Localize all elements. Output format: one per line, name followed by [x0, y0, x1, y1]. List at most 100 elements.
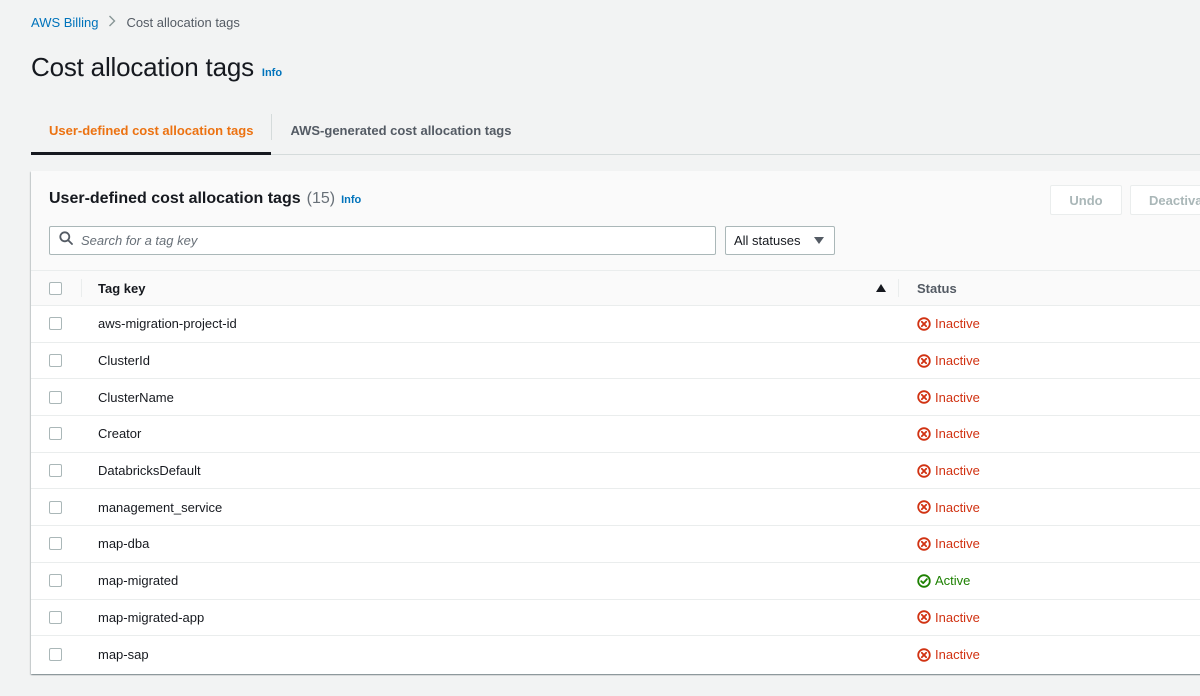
status-cell: Inactive [917, 426, 980, 441]
tag-key-cell: management_service [98, 499, 223, 515]
row-select-cell [31, 574, 81, 588]
table-row: map-sap Inactive [31, 636, 1200, 673]
undo-button[interactable]: Undo [1050, 185, 1122, 215]
select-all-cell [31, 281, 81, 295]
table-row: Creator Inactive [31, 416, 1200, 453]
panel-header: User-defined cost allocation tags (15) I… [31, 171, 1200, 270]
x-circle-icon [917, 647, 931, 662]
x-circle-icon [917, 353, 931, 368]
tag-key-cell: ClusterId [98, 353, 151, 369]
page-info-link[interactable]: Info [262, 67, 282, 79]
row-checkbox[interactable] [49, 317, 62, 331]
table-row: aws-migration-project-id Inactive [31, 306, 1200, 343]
breadcrumb-aws-billing[interactable]: AWS Billing [31, 15, 98, 30]
x-circle-icon [917, 610, 931, 625]
tag-key-cell: Creator [98, 426, 142, 442]
search-icon [59, 231, 73, 250]
page-header: Cost allocation tags Info [31, 52, 282, 83]
tag-count: (15) [306, 190, 336, 207]
tag-key-cell: map-migrated [98, 573, 179, 589]
tags-panel: User-defined cost allocation tags (15) I… [31, 171, 1200, 674]
caret-down-icon [814, 237, 824, 244]
table-row: management_service Inactive [31, 489, 1200, 527]
row-checkbox[interactable] [49, 464, 62, 478]
status-cell: Inactive [917, 647, 980, 662]
row-checkbox[interactable] [49, 427, 62, 441]
table-row: DatabricksDefault Inactive [31, 452, 1200, 490]
select-all-checkbox[interactable] [49, 281, 62, 295]
status-text: Inactive [935, 353, 980, 369]
row-checkbox[interactable] [49, 610, 62, 624]
search-input[interactable] [81, 233, 681, 248]
row-checkbox[interactable] [49, 500, 62, 514]
column-divider [898, 279, 899, 297]
deactivate-button[interactable]: Deactiva [1130, 185, 1200, 215]
status-text: Inactive [935, 426, 980, 442]
column-header-tag-key[interactable]: Tag key [98, 281, 145, 296]
status-filter-value: All statuses [734, 233, 801, 248]
sort-ascending-icon[interactable] [876, 284, 886, 292]
chevron-right-icon [108, 15, 116, 30]
status-cell: Active [917, 573, 970, 588]
x-circle-icon [917, 390, 931, 404]
tag-key-cell: DatabricksDefault [98, 463, 201, 479]
status-filter-select[interactable]: All statuses [725, 226, 835, 255]
table-body: aws-migration-project-id Inactive Cluste… [31, 306, 1200, 673]
row-select-cell [31, 354, 81, 368]
row-checkbox[interactable] [49, 390, 62, 404]
row-checkbox[interactable] [49, 648, 62, 662]
tab-list: User-defined cost allocation tags AWS-ge… [31, 106, 1200, 155]
column-divider [81, 279, 82, 297]
x-circle-icon [917, 500, 931, 514]
panel-title-row: User-defined cost allocation tags (15) I… [49, 190, 361, 208]
check-circle-icon [917, 573, 931, 588]
tag-key-cell: map-migrated-app [98, 609, 205, 625]
x-circle-icon [917, 463, 931, 478]
search-field[interactable] [49, 226, 716, 255]
row-checkbox[interactable] [49, 354, 62, 368]
table-row: ClusterName Inactive [31, 379, 1200, 417]
row-checkbox[interactable] [49, 537, 62, 551]
status-text: Inactive [935, 389, 980, 405]
panel-info-link[interactable]: Info [341, 194, 361, 206]
status-cell: Inactive [917, 353, 980, 368]
row-select-cell [31, 317, 81, 331]
panel-title: User-defined cost allocation tags [49, 190, 301, 207]
x-circle-icon [917, 427, 931, 441]
status-text: Inactive [935, 316, 980, 332]
breadcrumb: AWS Billing Cost allocation tags [31, 15, 240, 30]
row-select-cell [31, 537, 81, 551]
status-text: Inactive [935, 647, 980, 663]
row-select-cell [31, 464, 81, 478]
row-select-cell [31, 648, 81, 662]
table-row: map-migrated Active [31, 562, 1200, 600]
tag-key-cell: aws-migration-project-id [98, 316, 237, 332]
status-cell: Inactive [917, 536, 980, 551]
tag-key-cell: map-dba [98, 536, 150, 552]
row-select-cell [31, 427, 81, 441]
table-row: map-dba Inactive [31, 526, 1200, 563]
status-text: Active [935, 573, 971, 589]
page-title: Cost allocation tags [31, 52, 254, 82]
row-checkbox[interactable] [49, 574, 62, 588]
row-select-cell [31, 390, 81, 404]
tab-aws-generated[interactable]: AWS-generated cost allocation tags [272, 106, 529, 154]
row-select-cell [31, 500, 81, 514]
row-select-cell [31, 610, 81, 624]
x-circle-icon [917, 317, 931, 331]
tags-table: Tag key Status aws-migration-project-id … [31, 270, 1200, 673]
x-circle-icon [917, 537, 931, 551]
breadcrumb-current: Cost allocation tags [126, 15, 240, 30]
column-header-status[interactable]: Status [917, 281, 957, 296]
status-cell: Inactive [917, 500, 980, 515]
table-header: Tag key Status [31, 270, 1200, 306]
status-text: Inactive [935, 609, 980, 625]
status-cell: Inactive [917, 610, 980, 625]
tag-key-cell: ClusterName [98, 389, 174, 405]
status-text: Inactive [935, 499, 980, 515]
status-text: Inactive [935, 463, 980, 479]
tab-user-defined[interactable]: User-defined cost allocation tags [31, 106, 272, 155]
status-cell: Inactive [917, 316, 980, 331]
tag-key-cell: map-sap [98, 647, 149, 663]
table-row: ClusterId Inactive [31, 342, 1200, 380]
